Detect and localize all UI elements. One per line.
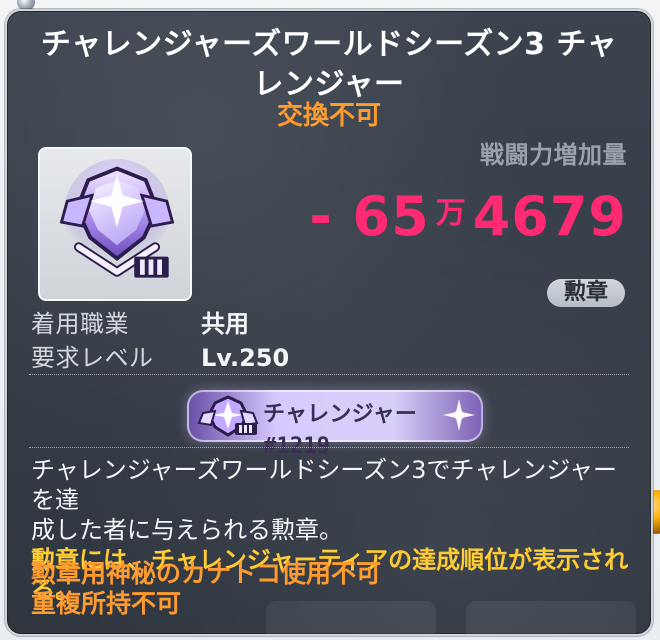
- combat-power-unit: 万: [435, 196, 467, 231]
- stat-row-required-level: 要求レベル Lv.250: [31, 341, 451, 375]
- stat-value: 共用: [201, 310, 249, 338]
- challenger-medal-icon: [59, 159, 175, 278]
- combat-power-value: - 65 万 4679: [309, 189, 627, 254]
- stat-key: 要求レベル: [31, 344, 154, 372]
- category-badge: 勲章: [547, 279, 625, 307]
- description-line-2: 成した者に与えられる勲章。: [31, 516, 343, 544]
- challenger-tag-medal-icon: [197, 395, 259, 437]
- item-tooltip: チャレンジャーズワールドシーズン3 チャレンジャー 交換不可 戦闘力増加量 - …: [5, 9, 653, 636]
- description-line-1: チャレンジャーズワールドシーズン3でチャレンジャーを達: [31, 456, 617, 514]
- note-line-1: 勲章用神秘のカナトコ使用不可: [31, 559, 382, 588]
- combat-power-label: 戦闘力増加量: [480, 141, 627, 169]
- divider: [29, 447, 629, 448]
- item-stats: 着用職業 共用 要求レベル Lv.250: [31, 307, 451, 375]
- trade-status: 交換不可: [276, 101, 381, 131]
- stat-row-job: 着用職業 共用: [31, 307, 451, 341]
- sparkle-icon: [443, 399, 475, 431]
- item-icon-frame: [38, 147, 192, 301]
- combat-power-sign: -: [309, 185, 333, 248]
- item-title: チャレンジャーズワールドシーズン3 チャレンジャー: [40, 27, 618, 102]
- item-notes: 勲章用神秘のカナトコ使用不可 重複所持不可: [31, 559, 631, 619]
- divider: [29, 374, 629, 375]
- combat-power-main: 65: [352, 185, 430, 248]
- stat-key: 着用職業: [31, 310, 129, 338]
- medal-tag: チャレンジャー#1219: [187, 390, 483, 459]
- combat-power-rest: 4679: [472, 185, 627, 248]
- stat-value: Lv.250: [201, 344, 290, 372]
- note-line-2: 重複所持不可: [31, 589, 182, 618]
